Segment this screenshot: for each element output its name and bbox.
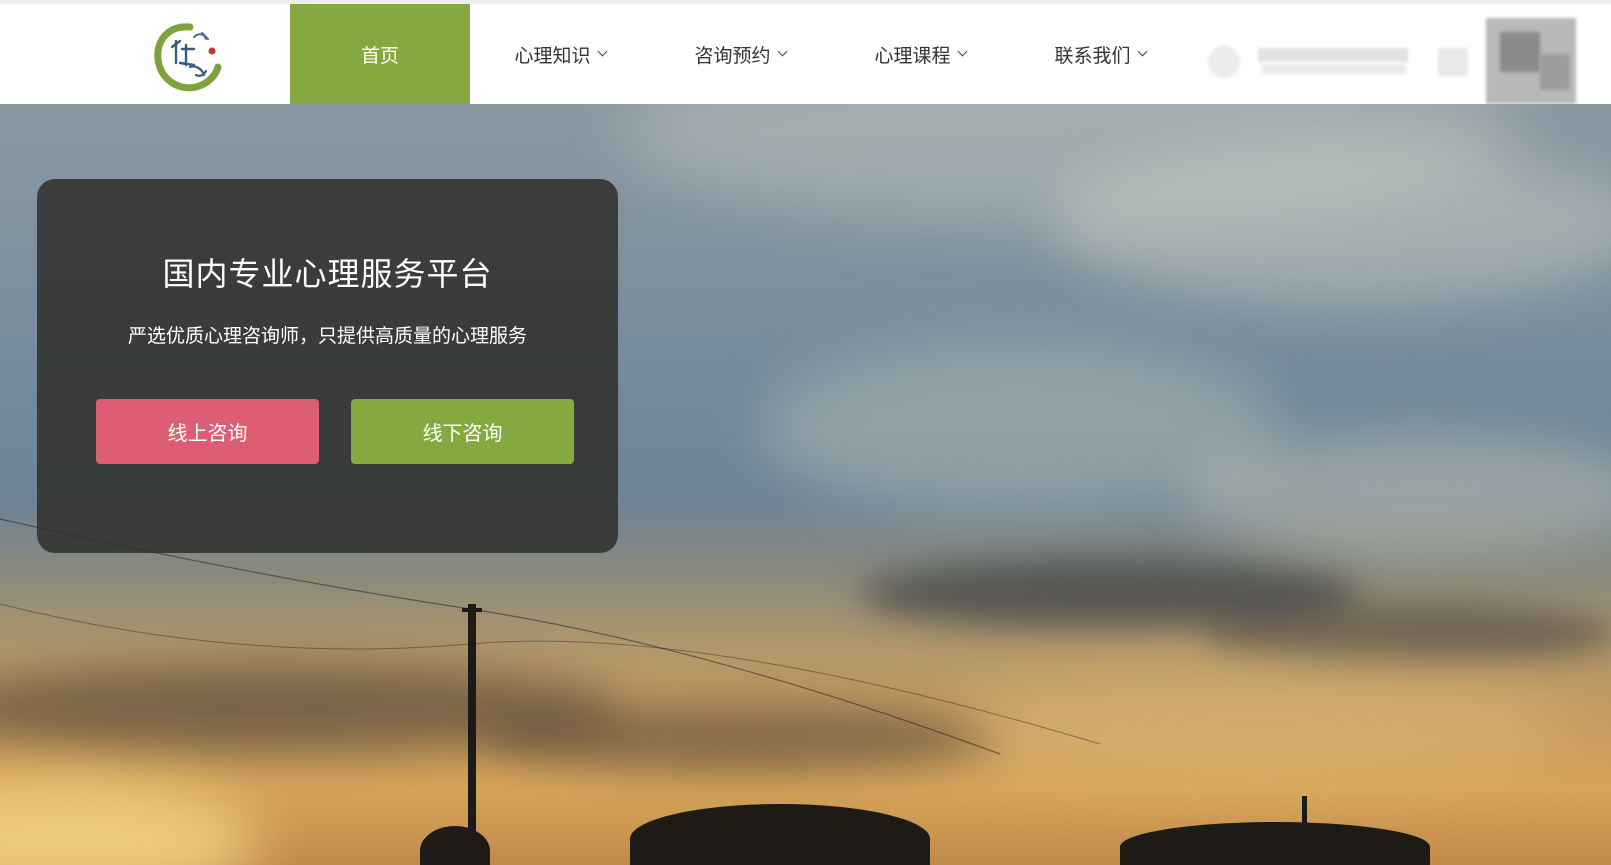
nav-label: 联系我们 [1054,44,1131,67]
nav-item-home[interactable]: 首页 [290,4,470,104]
chevron-down-icon [957,46,967,57]
nav-item-contact[interactable]: 联系我们 [1010,4,1190,104]
utility-pole [468,604,476,865]
nav-label: 心理课程 [874,44,951,67]
site-logo[interactable] [150,19,226,95]
hero-banner: 国内专业心理服务平台 严选优质心理咨询师，只提供高质量的心理服务 线上咨询 线下… [0,104,1611,865]
nav-item-psych-knowledge[interactable]: 心理知识 [470,4,650,104]
chevron-down-icon [777,46,787,57]
chevron-down-icon [1137,46,1147,57]
nav-label: 心理知识 [514,44,591,67]
tree-silhouette [630,804,930,865]
online-consult-button[interactable]: 线上咨询 [96,399,319,464]
main-nav: 首页 心理知识 咨询预约 心理课程 联系我们 [290,4,1190,104]
chevron-down-icon [597,46,607,57]
logo-icon [154,23,222,92]
site-header: 首页 心理知识 咨询预约 心理课程 联系我们 [0,0,1611,104]
hero-subtitle: 严选优质心理咨询师，只提供高质量的心理服务 [127,325,527,347]
hero-title: 国内专业心理服务平台 [162,255,493,293]
tree-silhouette [420,826,490,865]
utility-pole [462,608,482,612]
nav-item-courses[interactable]: 心理课程 [830,4,1010,104]
offline-consult-button[interactable]: 线下咨询 [351,399,574,464]
hero-panel: 国内专业心理服务平台 严选优质心理咨询师，只提供高质量的心理服务 线上咨询 线下… [37,179,618,553]
nav-item-appointment[interactable]: 咨询预约 [650,4,830,104]
nav-label: 首页 [360,44,399,67]
tree-silhouette [1120,822,1430,865]
nav-label: 咨询预约 [694,44,771,67]
